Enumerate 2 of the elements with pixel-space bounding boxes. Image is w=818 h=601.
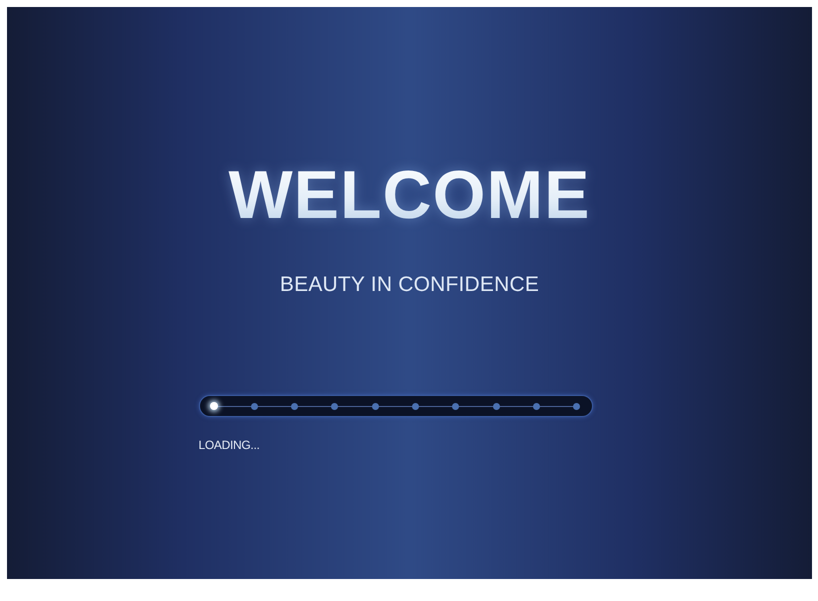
loading-label: LOADING... bbox=[198, 438, 261, 452]
tagline: BEAUTY IN CONFIDENCE bbox=[280, 273, 540, 297]
